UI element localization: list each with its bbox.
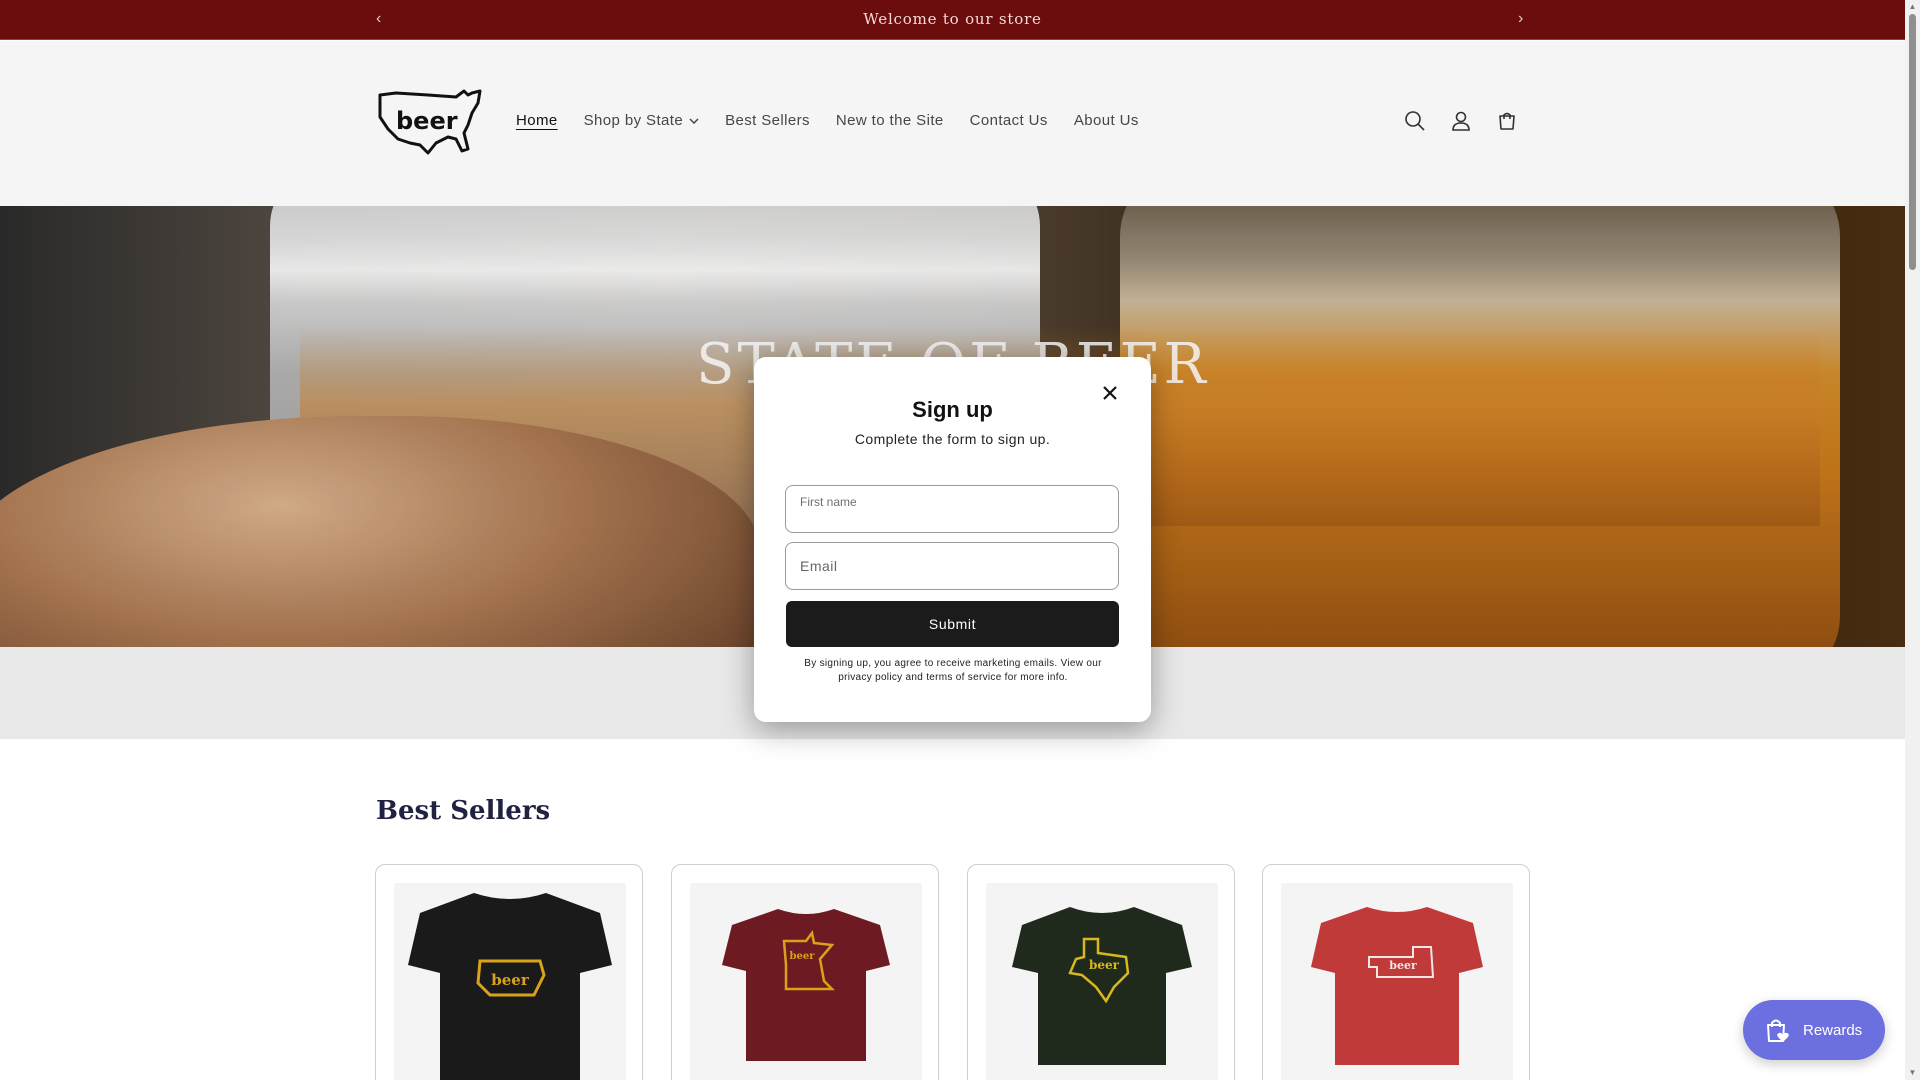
nav-new-to-site-label: New to the Site — [835, 112, 944, 129]
announcement-bar: ‹ Welcome to our store › — [0, 0, 1905, 40]
product-card-minnesota[interactable]: beer — [671, 864, 939, 1080]
nav-new-to-site[interactable]: New to the Site — [836, 112, 944, 129]
rewards-label: Rewards — [1803, 1021, 1863, 1039]
nav-about-us[interactable]: About Us — [1074, 112, 1139, 129]
nav-home[interactable]: Home — [516, 112, 558, 129]
site-logo[interactable]: beer — [376, 87, 484, 159]
account-icon — [1452, 111, 1470, 131]
header-icons — [1402, 108, 1520, 134]
usa-map-logo-icon: beer — [378, 89, 482, 155]
shopping-bag-heart-icon — [1767, 1019, 1789, 1042]
best-sellers-heading: Best Sellers — [376, 796, 551, 826]
product-card-iowa[interactable]: beer — [375, 864, 643, 1080]
product-card-texas[interactable]: beer — [967, 864, 1235, 1080]
tshirt-icon: beer — [408, 893, 612, 1080]
announcement-next-arrow[interactable]: › — [1518, 10, 1523, 28]
product-print-text: beer — [1089, 958, 1120, 972]
email-field[interactable] — [785, 542, 1119, 590]
nav-best-sellers[interactable]: Best Sellers — [725, 112, 810, 129]
signup-title: Sign up — [912, 397, 993, 422]
chevron-down-icon — [689, 117, 699, 124]
nav-shop-by-state[interactable]: Shop by State — [584, 112, 699, 129]
product-image: beer — [1281, 883, 1513, 1080]
scrollbar-thumb[interactable] — [1909, 14, 1916, 270]
tshirt-icon: beer — [1311, 907, 1483, 1065]
cart-icon — [1499, 112, 1515, 130]
product-print-text: beer — [491, 971, 530, 989]
nav-about-us-label: About Us — [1073, 112, 1139, 129]
product-image: beer — [394, 883, 626, 1080]
nav-contact-us[interactable]: Contact Us — [970, 112, 1048, 129]
signup-subtitle: Complete the form to sign up. — [854, 431, 1051, 447]
logo-text: beer — [396, 107, 458, 135]
tshirt-icon: beer — [722, 909, 890, 1061]
page-scrollbar[interactable]: ▲ ▼ — [1905, 0, 1920, 1080]
cart-button[interactable] — [1494, 108, 1520, 134]
search-icon — [1405, 111, 1425, 131]
product-print-text: beer — [1389, 959, 1417, 972]
product-card-nebraska[interactable]: beer — [1262, 864, 1530, 1080]
main-nav: Home Shop by State Best Sellers New to t… — [516, 112, 1139, 129]
announcement-text: Welcome to our store — [863, 10, 1042, 28]
scroll-down-arrow-icon[interactable]: ▼ — [1908, 1068, 1917, 1077]
rewards-button[interactable]: Rewards — [1743, 1000, 1885, 1060]
nav-shop-by-state-label: Shop by State — [583, 112, 684, 129]
signup-legal-text: By signing up, you agree to receive mark… — [804, 658, 1102, 683]
scroll-up-arrow-icon[interactable]: ▲ — [1908, 2, 1917, 11]
account-button[interactable] — [1448, 108, 1474, 134]
nav-best-sellers-label: Best Sellers — [725, 112, 810, 129]
first-name-field[interactable]: First name — [785, 485, 1119, 533]
product-print-text: beer — [790, 951, 816, 962]
nav-home-label: Home — [516, 112, 558, 129]
first-name-input[interactable] — [800, 500, 1100, 530]
nav-contact-us-label: Contact Us — [969, 112, 1048, 129]
site-header: beer Home Shop by State Best Sellers New… — [0, 41, 1905, 206]
product-image: beer — [986, 883, 1218, 1080]
signup-modal: Sign up Complete the form to sign up. Fi… — [754, 357, 1151, 722]
submit-button[interactable]: Submit — [786, 601, 1119, 647]
search-button[interactable] — [1402, 108, 1428, 134]
email-input[interactable] — [800, 543, 1100, 589]
tshirt-icon: beer — [1012, 907, 1192, 1065]
product-image: beer — [690, 883, 922, 1080]
